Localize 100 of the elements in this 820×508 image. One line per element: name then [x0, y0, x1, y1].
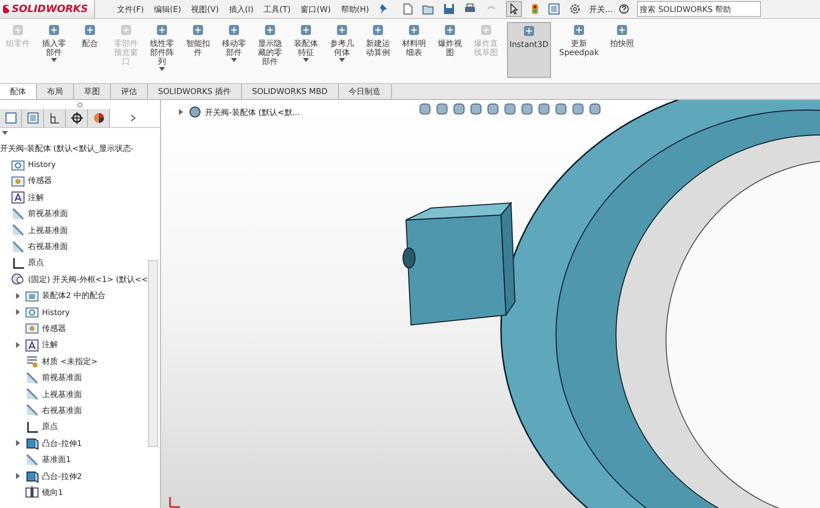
tool-icon: [191, 23, 205, 37]
note-icon: [11, 190, 25, 204]
ribbon-button[interactable]: 移动零部件: [219, 22, 249, 78]
caret-icon: [303, 58, 309, 63]
origin-icon: [11, 256, 25, 270]
caret-icon: [339, 58, 345, 63]
plane-icon: [11, 223, 25, 238]
tool-icon: [83, 23, 97, 37]
dimxpert-tab[interactable]: [66, 109, 88, 127]
expand-arrow-icon[interactable]: [14, 439, 22, 448]
settings-icon[interactable]: [569, 3, 582, 15]
ribbon-button[interactable]: 插入零部件: [39, 22, 69, 78]
print-icon[interactable]: [464, 3, 476, 15]
caret-icon: [231, 58, 237, 63]
list-icon: [26, 112, 38, 124]
plane-icon: [25, 370, 39, 385]
crosshair-icon: [70, 112, 82, 124]
tool-icon: [479, 23, 493, 37]
tool-icon: [47, 23, 61, 37]
axis-triad-icon: [167, 495, 181, 508]
tool-icon: [119, 23, 133, 37]
tool-icon: [615, 23, 629, 37]
tool-icon: [443, 23, 457, 37]
ribbon-button[interactable]: 参考几何体: [327, 22, 357, 78]
ribbon-button[interactable]: 材料明细表: [399, 22, 429, 78]
config-tab[interactable]: [44, 109, 66, 127]
menu-item[interactable]: 工具(T): [263, 4, 291, 14]
tool-icon: [155, 23, 169, 37]
filter-icon[interactable]: [2, 130, 8, 136]
tree-icon: [4, 112, 16, 124]
folder-icon: [25, 288, 39, 303]
configuration-icon: [48, 112, 60, 124]
breadcrumb[interactable]: 开关阀-装配体 (默认<默...: [205, 106, 300, 118]
feature-tree-tab[interactable]: [0, 109, 22, 127]
plane-icon: [25, 403, 39, 418]
history-icon: [11, 158, 25, 172]
tool-icon: [263, 23, 277, 37]
ribbon-button[interactable]: 智能扣件: [183, 22, 213, 78]
tool-icon: [407, 23, 421, 37]
plane-icon: [25, 387, 39, 402]
mirror-icon: [25, 485, 39, 500]
extrude-icon: [25, 469, 39, 483]
menu-item[interactable]: 文件(F): [117, 4, 144, 14]
expand-arrow-icon[interactable]: [177, 108, 185, 116]
tool-icon: [335, 23, 349, 37]
tool-icon: [572, 23, 586, 37]
save-icon[interactable]: [443, 3, 456, 15]
expand-arrow-icon[interactable]: [14, 340, 22, 349]
menu-item[interactable]: 窗口(W): [300, 4, 331, 14]
history-icon: [25, 305, 39, 320]
ribbon-button[interactable]: 更新 Speedpak: [557, 22, 601, 78]
logo-icon: [2, 4, 9, 14]
search-field[interactable]: 搜索 SOLIDWORKS 帮助: [636, 1, 761, 17]
caret-icon: [51, 58, 57, 63]
expand-arrow-icon[interactable]: [14, 308, 22, 316]
ribbon-button[interactable]: Instant3D: [507, 22, 551, 78]
property-tab[interactable]: [22, 109, 44, 127]
tool-icon: [522, 24, 536, 38]
appearance-tab[interactable]: [88, 109, 110, 127]
plane-icon: [11, 240, 25, 254]
assembly-icon: [189, 106, 201, 118]
material-icon: [25, 354, 39, 368]
menu-item[interactable]: 帮助(H): [340, 4, 370, 14]
list-icon[interactable]: [548, 3, 560, 15]
folder-icon[interactable]: [422, 3, 434, 15]
ribbon-button[interactable]: 拍快照: [607, 22, 637, 78]
ribbon-button[interactable]: 装配体特征: [291, 22, 321, 78]
handle-icon[interactable]: [77, 102, 83, 108]
extrude-icon: [25, 436, 39, 450]
ribbon-tab[interactable]: 配体: [0, 84, 37, 99]
ribbon-button[interactable]: 新建运动算例: [363, 22, 393, 78]
document-title: 开关...: [589, 4, 613, 14]
sensor-icon: [25, 321, 39, 336]
tool-icon: [227, 23, 241, 37]
pin-icon[interactable]: [379, 3, 390, 15]
note-icon: [25, 338, 39, 352]
sensor-icon: [11, 174, 25, 188]
traffic-light-icon[interactable]: [531, 3, 540, 15]
pointer-icon[interactable]: [506, 1, 522, 17]
origin-icon: [25, 420, 39, 434]
ribbon-button[interactable]: 爆炸视图: [435, 22, 465, 78]
part-icon: [11, 272, 25, 286]
ribbon-button[interactable]: 配合: [75, 22, 105, 78]
app-logo: SOLIDWORKS: [12, 4, 88, 14]
expand-arrow-icon[interactable]: [14, 472, 22, 480]
menu-item[interactable]: 插入(I): [228, 4, 254, 14]
caret-icon: [159, 67, 165, 72]
color-ball-icon: [92, 112, 104, 124]
menu-item[interactable]: 编辑(E): [154, 4, 182, 14]
scrollbar[interactable]: [148, 260, 158, 447]
tool-icon: [11, 23, 25, 37]
expand-arrow-icon[interactable]: [14, 292, 22, 300]
tool-icon: [371, 23, 385, 37]
ribbon-button[interactable]: 显示隐藏的零部件: [255, 22, 285, 78]
new-document-icon[interactable]: [403, 3, 414, 15]
menu-item[interactable]: 视图(V): [191, 4, 219, 14]
chevron-icon[interactable]: [130, 114, 136, 122]
ribbon-button[interactable]: 线性零部件阵列: [147, 22, 177, 78]
plane-icon: [25, 452, 39, 467]
help-icon[interactable]: [618, 4, 629, 14]
